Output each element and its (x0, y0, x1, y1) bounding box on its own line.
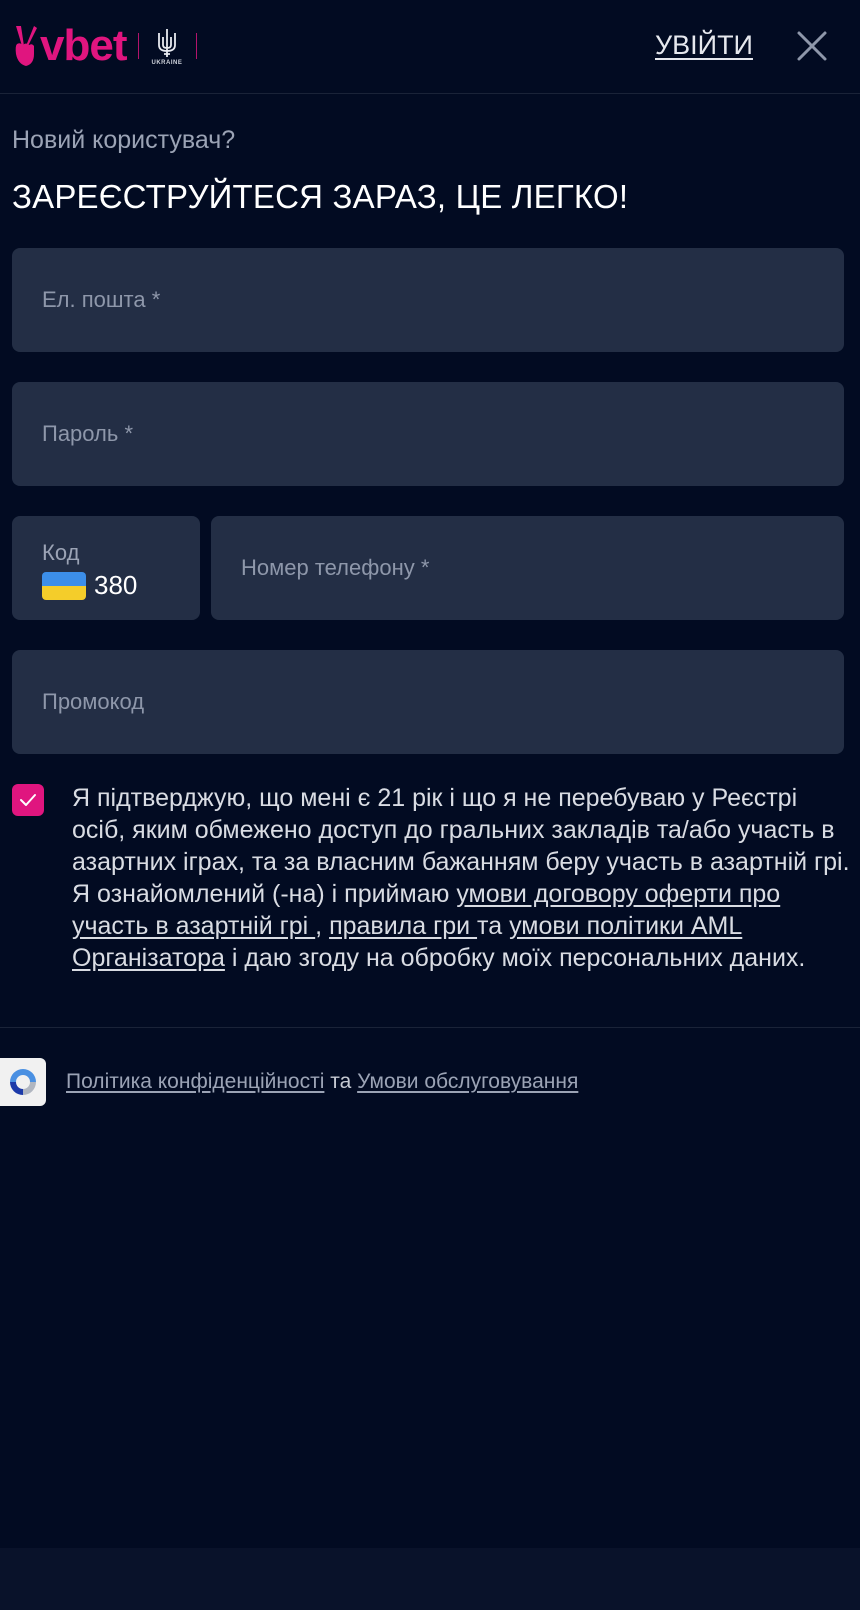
page-title: ЗАРЕЄСТРУЙТЕСЯ ЗАРАЗ, ЦЕ ЛЕГКО! (12, 178, 629, 215)
country-code-label: Код (42, 540, 80, 565)
logo-text: vbet (40, 21, 127, 70)
divider (0, 1027, 860, 1028)
victory-hand-icon (15, 26, 37, 66)
recaptcha-and: та (324, 1070, 358, 1093)
ukraine-flag-icon (42, 571, 86, 600)
logo-ukraine-caption: UKRAINE (151, 59, 183, 66)
trident-icon (158, 28, 176, 57)
new-user-subtitle: Новий користувач? (12, 126, 236, 154)
phone-field[interactable]: Номер телефону * (211, 516, 844, 620)
logo-divider-right (196, 33, 198, 59)
password-placeholder: Пароль * (42, 421, 134, 446)
email-placeholder: Ел. пошта * (42, 287, 161, 312)
header: vbet UKRAINE УВІЙТИ (0, 0, 860, 94)
password-field[interactable]: Пароль * (12, 382, 844, 486)
consent-text: Я підтверджую, що мені є 21 рік і що я н… (72, 782, 854, 974)
login-link[interactable]: УВІЙТИ (655, 30, 753, 61)
privacy-policy-link[interactable]: Політика конфіденційності (66, 1070, 324, 1093)
country-code-select[interactable]: Код 380 (12, 516, 200, 620)
email-field[interactable]: Ел. пошта * (12, 248, 844, 352)
footer-bar (0, 1548, 860, 1610)
country-code-value: 380 (42, 570, 137, 601)
promo-code-placeholder: Промокод (42, 689, 145, 714)
consent-text-after: і даю згоду на обробку моїх персональних… (224, 944, 806, 972)
close-icon[interactable] (796, 30, 828, 62)
terms-of-service-link[interactable]: Умови обслуговування (357, 1070, 578, 1093)
promo-code-field[interactable]: Промокод (12, 650, 844, 754)
consent-separator-2: та (477, 912, 510, 940)
recaptcha-icon (10, 1069, 36, 1095)
ukraine-emblem: UKRAINE (151, 27, 182, 66)
game-rules-link[interactable]: правила гри (329, 912, 477, 940)
country-code-number: 380 (94, 570, 138, 600)
phone-placeholder: Номер телефону * (241, 555, 430, 580)
recaptcha-links: Політика конфіденційності та Умови обслу… (66, 1070, 578, 1094)
logo-divider (138, 33, 140, 59)
vbet-logo[interactable]: vbet UKRAINE (12, 20, 198, 72)
consent-checkbox[interactable] (12, 784, 44, 816)
consent-separator-1: , (315, 912, 330, 940)
recaptcha-badge[interactable] (0, 1058, 46, 1106)
checkmark-icon (20, 794, 36, 806)
